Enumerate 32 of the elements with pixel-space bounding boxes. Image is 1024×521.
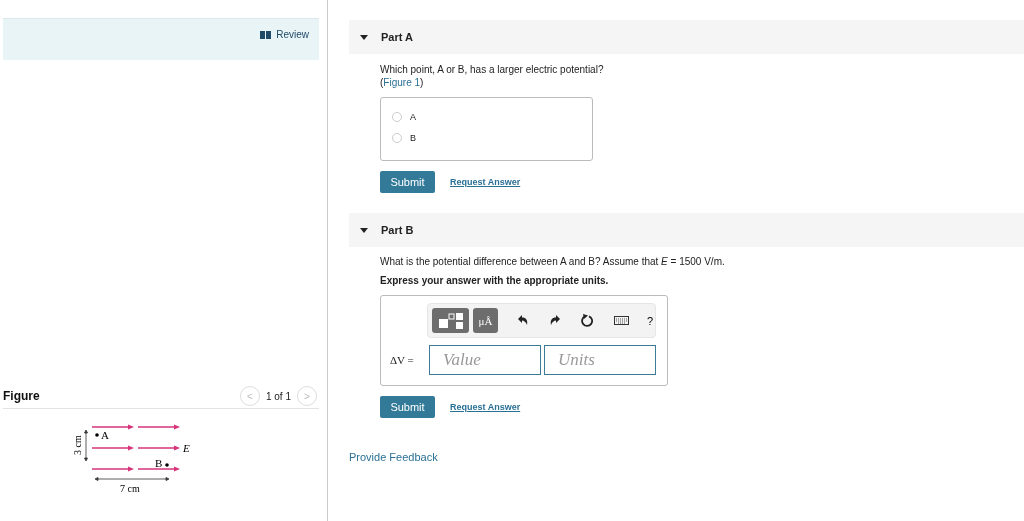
help-button[interactable]: ? (647, 314, 654, 327)
request-answer-link[interactable]: Request Answer (450, 177, 521, 187)
undo-icon[interactable] (517, 315, 529, 326)
redo-icon[interactable] (549, 315, 561, 326)
submit-button[interactable]: Submit (380, 396, 435, 418)
feedback-link[interactable]: Provide Feedback (349, 451, 438, 463)
part-title: Part A (381, 31, 413, 43)
part-title: Part B (381, 224, 414, 236)
keyboard-icon[interactable] (614, 316, 629, 325)
part-header[interactable]: Part B (349, 213, 1024, 247)
electric-field-drawing: A E B 3 cm 7 cm (70, 419, 210, 494)
units-field[interactable]: Units (544, 345, 656, 375)
submit-button[interactable]: Submit (380, 171, 435, 193)
instruction-text: Express your answer with the appropriate units. (380, 275, 610, 286)
value-field[interactable]: Value (429, 345, 541, 375)
book-icon (260, 30, 272, 39)
choice-label: B (410, 133, 416, 143)
question-sentence: Which point, A or B, has a larger electric potential? (380, 64, 604, 75)
choice-label: A (410, 112, 416, 122)
request-answer-link[interactable]: Request Answer (450, 402, 521, 412)
template-icon (438, 312, 463, 329)
part-header[interactable]: Part A (349, 20, 1024, 54)
page-counter: 1 of 1 (265, 390, 291, 402)
parenthesis: ) (420, 77, 424, 88)
question-text: What is the potential difference between A and B? Assume that E = 1500 V/m. (380, 256, 726, 267)
parenthesis: ( (380, 77, 384, 88)
figure-title: Figure (3, 389, 40, 403)
template-button[interactable] (432, 308, 469, 333)
units-button[interactable]: μÅ (473, 308, 498, 333)
variable-label: ΔV = (390, 354, 415, 366)
reset-icon[interactable] (581, 314, 594, 327)
review-button[interactable]: Review (260, 29, 309, 40)
